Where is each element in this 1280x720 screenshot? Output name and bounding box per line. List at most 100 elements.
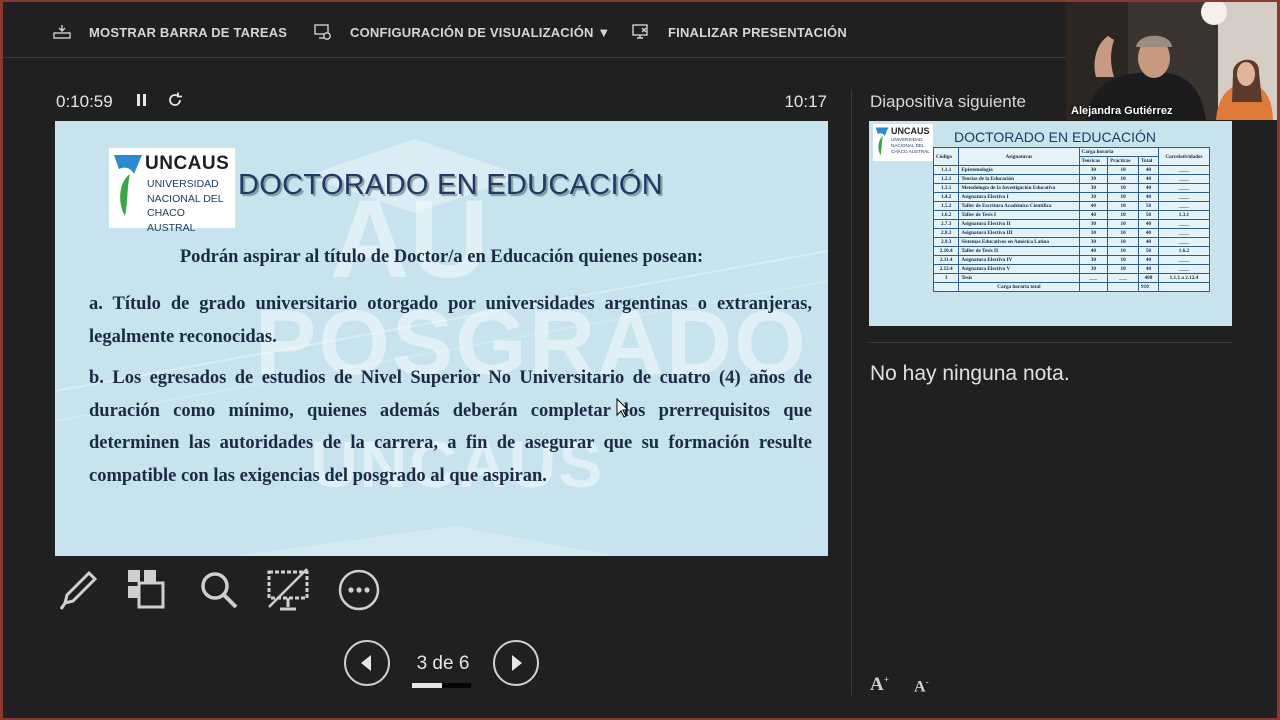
slide-progress-fill bbox=[412, 683, 442, 688]
table-cell bbox=[1157, 282, 1211, 292]
show-taskbar-button[interactable]: MOSTRAR BARRA DE TAREAS bbox=[53, 20, 287, 44]
table-row: 2.8.3 Asignatura Electiva III 30 10 40 ____ bbox=[932, 228, 1211, 238]
table-row: 3 Tesis ___ ___ 400 1.1.1 a 2.12.4 bbox=[932, 273, 1211, 283]
pause-timer-icon[interactable] bbox=[136, 93, 148, 107]
show-taskbar-label: MOSTRAR BARRA DE TAREAS bbox=[89, 24, 288, 40]
pen-tool-icon[interactable] bbox=[55, 567, 101, 613]
black-screen-icon[interactable] bbox=[266, 567, 312, 613]
table-cell: 40 bbox=[1138, 192, 1159, 202]
logo-line: NACIONAL DEL bbox=[147, 192, 224, 205]
table-cell: 2.11.4 bbox=[932, 255, 960, 265]
table-cell: 10 bbox=[1107, 264, 1140, 274]
table-cell: 1.6.2 bbox=[932, 210, 960, 220]
table-cell: 10 bbox=[1107, 183, 1140, 193]
slide-intro: Podrán aspirar al título de Doctor/a en … bbox=[179, 247, 704, 267]
next-slide-logo: UNCAUS UNIVERSIDAD NACIONAL DEL CHACO AU… bbox=[873, 124, 933, 161]
pane-divider[interactable] bbox=[851, 90, 852, 695]
table-cell: 10 bbox=[1107, 192, 1140, 202]
increase-font-button[interactable]: A+ bbox=[870, 674, 889, 696]
display-settings-button[interactable]: CONFIGURACIÓN DE VISUALIZACIÓN ▼ bbox=[314, 20, 611, 44]
table-row: 1.6.2 Taller de Tesis I 40 10 50 1.3.1 bbox=[932, 210, 1211, 220]
table-cell: 1.5.2 bbox=[932, 201, 960, 211]
table-cell: Asignatura Electiva III bbox=[958, 228, 1080, 238]
table-cell: ____ bbox=[1157, 264, 1211, 274]
total-value: 910 bbox=[1138, 282, 1159, 292]
table-header: Carga horaria bbox=[1078, 147, 1159, 157]
table-subheader: Total bbox=[1138, 156, 1159, 166]
table-cell: ____ bbox=[1157, 219, 1211, 229]
table-cell: 40 bbox=[1078, 246, 1109, 256]
table-cell: 40 bbox=[1078, 201, 1109, 211]
logo-line: UNIVERSIDAD bbox=[147, 178, 219, 190]
table-cell: 30 bbox=[1078, 165, 1109, 175]
next-logo-emblem bbox=[875, 127, 889, 156]
table-cell: 30 bbox=[1078, 192, 1109, 202]
previous-icon bbox=[361, 655, 371, 671]
table-cell: 30 bbox=[1078, 237, 1109, 247]
table-cell: 1.1.1 a 2.12.4 bbox=[1157, 273, 1211, 283]
next-icon bbox=[512, 655, 522, 671]
webcam-overlay: Alejandra Gutiérrez bbox=[1066, 2, 1277, 120]
table-row: 1.4.2 Asignatura Electiva I 30 10 40 ____ bbox=[932, 192, 1211, 202]
table-row: 1.3.1 Metodología de la Investigación Edu… bbox=[932, 183, 1211, 193]
slide-progress-bar bbox=[412, 683, 471, 688]
table-cell: 40 bbox=[1138, 183, 1159, 193]
table-cell: 40 bbox=[1138, 264, 1159, 274]
table-cell: Taller de Escritura Académico Científica bbox=[958, 201, 1080, 211]
table-header: Correlatividades bbox=[1157, 147, 1211, 166]
total-label: Carga horaria total bbox=[958, 282, 1080, 292]
see-all-slides-icon[interactable] bbox=[125, 567, 171, 613]
table-cell: 40 bbox=[1138, 255, 1159, 265]
table-cell: 30 bbox=[1078, 255, 1109, 265]
table-cell: Metodología de la Investigación Educativ… bbox=[958, 183, 1080, 193]
next-slide-title: DOCTORADO EN EDUCACIÓN bbox=[954, 129, 1156, 145]
slide-counter[interactable]: 3 de 6 bbox=[412, 653, 474, 675]
restart-timer-icon[interactable] bbox=[166, 91, 184, 109]
table-cell: 40 bbox=[1138, 219, 1159, 229]
next-slide-button[interactable] bbox=[493, 640, 539, 686]
participant-name: Alejandra Gutiérrez bbox=[1071, 105, 1173, 117]
presenter-view: MOSTRAR BARRA DE TAREAS CONFIGURACIÓN DE… bbox=[3, 2, 1277, 718]
table-cell: 10 bbox=[1107, 165, 1140, 175]
next-logo-line: CHACO AUSTRAL bbox=[891, 149, 930, 154]
table-cell: Tesis bbox=[958, 273, 1080, 283]
taskbar-icon bbox=[53, 25, 71, 39]
webcam-video bbox=[1066, 2, 1277, 120]
previous-slide-button[interactable] bbox=[344, 640, 390, 686]
table-cell: 10 bbox=[1107, 237, 1140, 247]
table-cell: Asignatura Electiva V bbox=[958, 264, 1080, 274]
table-cell: 2.12.4 bbox=[932, 264, 960, 274]
table-cell: ____ bbox=[1157, 201, 1211, 211]
end-show-label: FINALIZAR PRESENTACIÓN bbox=[668, 24, 847, 40]
table-cell bbox=[1078, 282, 1109, 292]
more-options-icon[interactable] bbox=[336, 567, 382, 613]
next-slide-preview[interactable]: UNCAUS UNIVERSIDAD NACIONAL DEL CHACO AU… bbox=[869, 121, 1232, 326]
table-cell: 2.10.4 bbox=[932, 246, 960, 256]
zoom-icon[interactable] bbox=[196, 567, 242, 613]
uncaus-logo: UNCAUS UNIVERSIDAD NACIONAL DEL CHACO AU… bbox=[109, 148, 235, 234]
table-cell bbox=[1107, 282, 1140, 292]
table-cell: ___ bbox=[1107, 273, 1140, 283]
table-header: Asignaturas bbox=[958, 147, 1080, 166]
table-cell: 40 bbox=[1138, 174, 1159, 184]
table-row: 2.11.4 Asignatura Electiva IV 30 10 40 ____ bbox=[932, 255, 1211, 265]
table-cell: 2.7.3 bbox=[932, 219, 960, 229]
slide-title: DOCTORADO EN EDUCACIÓN bbox=[238, 169, 663, 201]
table-cell: 1.2.1 bbox=[932, 174, 960, 184]
table-cell: 50 bbox=[1138, 201, 1159, 211]
table-cell: 10 bbox=[1107, 210, 1140, 220]
table-cell: 1.6.2 bbox=[1157, 246, 1211, 256]
display-settings-icon bbox=[314, 24, 331, 40]
decrease-font-button[interactable]: A- bbox=[914, 677, 929, 696]
table-cell: ____ bbox=[1157, 174, 1211, 184]
table-cell: 2.9.3 bbox=[932, 237, 960, 247]
logo-line: CHACO AUSTRAL bbox=[147, 207, 196, 234]
end-show-icon bbox=[632, 24, 648, 39]
end-show-button[interactable]: FINALIZAR PRESENTACIÓN bbox=[632, 20, 847, 44]
table-cell: 10 bbox=[1107, 201, 1140, 211]
table-cell: 10 bbox=[1107, 174, 1140, 184]
table-cell: 1.3.1 bbox=[932, 183, 960, 193]
table-cell: ____ bbox=[1157, 255, 1211, 265]
table-cell: ____ bbox=[1157, 183, 1211, 193]
table-cell: ____ bbox=[1157, 228, 1211, 238]
